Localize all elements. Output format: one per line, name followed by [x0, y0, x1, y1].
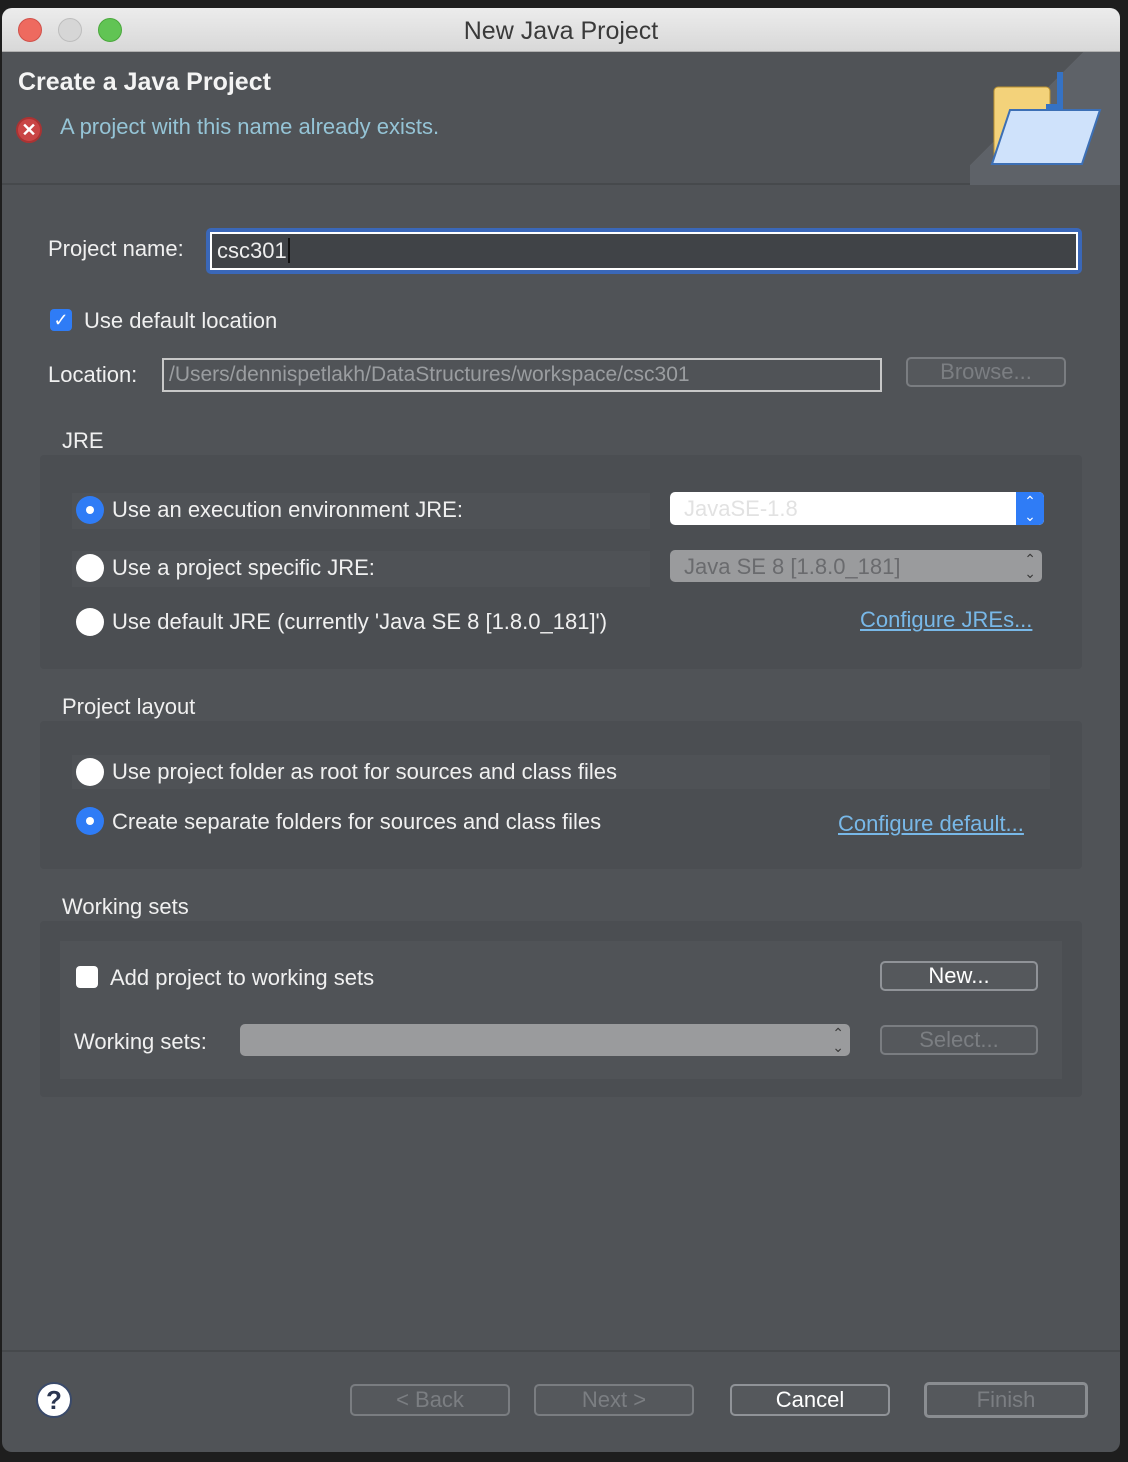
project-specific-jre-select[interactable]: Java SE 8 [1.8.0_181] ⌃ ⌄	[670, 550, 1042, 582]
use-default-location-checkbox[interactable]: ✓	[50, 309, 72, 331]
execution-env-value: JavaSE-1.8	[684, 496, 798, 521]
working-sets-heading: Working sets	[62, 894, 189, 919]
project-layout-group: Use project folder as root for sources a…	[40, 721, 1082, 869]
project-name-label: Project name:	[48, 236, 184, 261]
up-down-chevron-icon: ⌃ ⌄	[832, 1025, 844, 1055]
working-sets-label: Working sets:	[74, 1029, 207, 1054]
title-bar: New Java Project	[2, 8, 1120, 52]
cancel-button[interactable]: Cancel	[730, 1384, 890, 1416]
jre-group: Use an execution environment JRE: JavaSE…	[40, 455, 1082, 669]
working-sets-select[interactable]: ⌃ ⌄	[240, 1024, 850, 1056]
up-down-chevron-icon: ⌃ ⌄	[1016, 492, 1044, 525]
wizard-header: Create a Java Project ✕ A project with t…	[2, 52, 1120, 185]
execution-env-radio[interactable]	[76, 496, 104, 524]
separate-folders-label: Create separate folders for sources and …	[112, 809, 602, 834]
error-icon: ✕	[16, 117, 42, 143]
jre-heading: JRE	[62, 428, 104, 453]
execution-env-select[interactable]: JavaSE-1.8 ⌃ ⌄	[670, 492, 1044, 525]
project-name-value: csc301	[217, 238, 287, 263]
back-button[interactable]: < Back	[350, 1384, 510, 1416]
default-jre-label: Use default JRE (currently 'Java SE 8 [1…	[112, 609, 608, 634]
error-message: A project with this name already exists.	[60, 114, 440, 139]
footer-divider	[2, 1350, 1120, 1352]
configure-jres-link[interactable]: Configure JREs...	[860, 607, 1032, 633]
project-root-radio[interactable]	[76, 758, 104, 786]
location-label: Location:	[48, 362, 138, 387]
location-input[interactable]: /Users/dennispetlakh/DataStructures/work…	[162, 358, 882, 392]
add-to-working-sets-label: Add project to working sets	[110, 965, 375, 990]
use-default-location-label: Use default location	[84, 308, 278, 333]
project-specific-jre-radio[interactable]	[76, 554, 104, 582]
up-down-chevron-icon: ⌃ ⌄	[1024, 551, 1036, 581]
working-sets-group: Add project to working sets New... Worki…	[40, 921, 1082, 1097]
project-specific-jre-value: Java SE 8 [1.8.0_181]	[684, 554, 901, 579]
new-working-set-button[interactable]: New...	[880, 961, 1038, 991]
separate-folders-radio[interactable]	[76, 807, 104, 835]
default-jre-radio[interactable]	[76, 608, 104, 636]
finish-button[interactable]: Finish	[924, 1382, 1088, 1418]
configure-default-link[interactable]: Configure default...	[838, 811, 1024, 837]
execution-env-label: Use an execution environment JRE:	[112, 497, 463, 522]
add-to-working-sets-checkbox[interactable]	[76, 966, 98, 988]
text-cursor	[287, 238, 290, 263]
help-icon[interactable]: ?	[36, 1382, 72, 1418]
new-java-project-dialog: New Java Project Create a Java Project ✕…	[2, 8, 1120, 1452]
select-working-sets-button[interactable]: Select...	[880, 1025, 1038, 1055]
next-button[interactable]: Next >	[534, 1384, 694, 1416]
project-layout-heading: Project layout	[62, 694, 196, 719]
project-specific-jre-label: Use a project specific JRE:	[112, 555, 375, 580]
project-name-input[interactable]: csc301	[210, 232, 1078, 270]
java-project-folder-icon	[970, 52, 1120, 185]
window-title: New Java Project	[463, 17, 659, 45]
browse-button[interactable]: Browse...	[906, 357, 1066, 387]
project-root-label: Use project folder as root for sources a…	[112, 759, 618, 784]
page-title: Create a Java Project	[18, 68, 271, 96]
